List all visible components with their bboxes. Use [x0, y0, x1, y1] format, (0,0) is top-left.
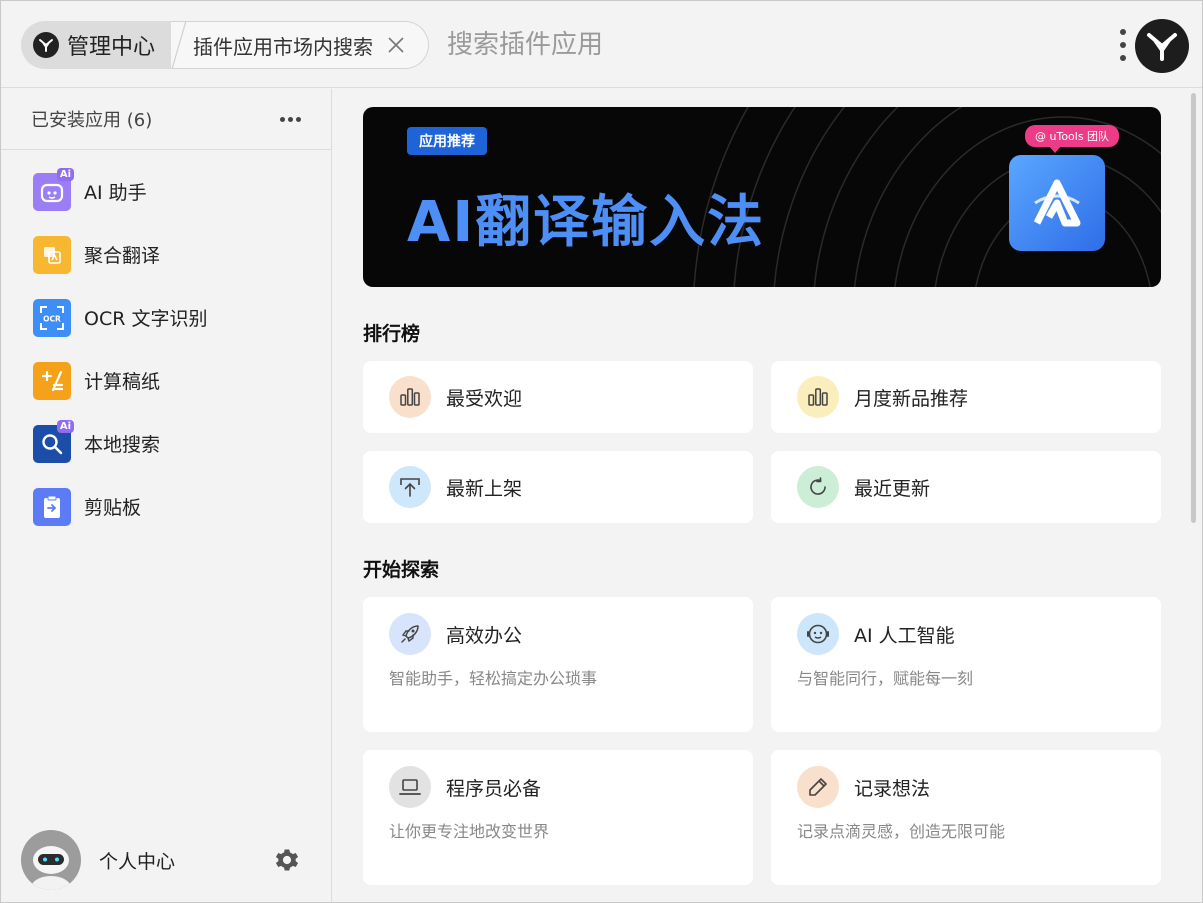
clipboard-icon — [33, 487, 71, 526]
explore-card-developer[interactable]: 程序员必备 让你更专注地改变世界 — [363, 750, 753, 885]
bar-chart-icon — [797, 376, 839, 418]
laptop-icon — [389, 766, 431, 808]
explore-card-ai[interactable]: AI 人工智能 与智能同行，赋能每一刻 — [771, 597, 1161, 732]
explore-card-notes[interactable]: 记录想法 记录点滴灵感，创造无限可能 — [771, 750, 1161, 885]
team-tag: @ uTools 团队 — [1025, 125, 1120, 153]
sidebar-item-clipboard[interactable]: 剪贴板 — [1, 475, 331, 538]
ranking-card-label: 月度新品推荐 — [854, 387, 969, 410]
top-bar: 管理中心 插件应用市场内搜索 — [1, 1, 1202, 88]
ranking-card-label: 最近更新 — [854, 477, 931, 500]
ranking-card-newest[interactable]: 最新上架 — [363, 451, 753, 523]
scrollbar[interactable] — [1191, 93, 1196, 523]
app-window: 管理中心 插件应用市场内搜索 已安装应用 (6) — [0, 0, 1203, 903]
rocket-icon — [389, 613, 431, 655]
ocr-icon: OCR — [33, 298, 71, 337]
explore-card-desc: 让你更专注地改变世界 — [389, 822, 550, 841]
sidebar-item-local-search[interactable]: Ai 本地搜索 — [1, 412, 331, 475]
search-input[interactable] — [447, 23, 1067, 67]
sidebar-header: 已安装应用 (6) — [1, 89, 331, 150]
explore-title: 开始探索 — [363, 559, 440, 581]
featured-banner[interactable]: 应用推荐 AI翻译输入法 @ uTools 团队 — [363, 107, 1161, 287]
banner-tag: 应用推荐 — [407, 127, 487, 155]
banner-title: AI翻译输入法 — [407, 190, 766, 255]
sidebar-item-ai-assistant[interactable]: Ai AI 助手 — [1, 160, 331, 223]
explore-card-label: 高效办公 — [446, 624, 523, 647]
ranking-card-popular[interactable]: 最受欢迎 — [363, 361, 753, 433]
more-menu-icon[interactable] — [1113, 27, 1133, 63]
installed-app-list: Ai AI 助手 聚合翻译 OCR OCR 文字识别 计算稿纸 Ai 本地搜索 … — [1, 150, 331, 538]
explore-card-office[interactable]: 高效办公 智能助手，轻松搞定办公琐事 — [363, 597, 753, 732]
profile-row[interactable]: 个人中心 — [1, 818, 331, 902]
breadcrumb-home-label: 管理中心 — [67, 35, 156, 60]
main-content: 应用推荐 AI翻译输入法 @ uTools 团队 排行榜 最受欢迎 月度新品推荐… — [333, 89, 1202, 902]
sidebar-item-ocr[interactable]: OCR OCR 文字识别 — [1, 286, 331, 349]
avatar[interactable] — [21, 830, 81, 890]
ranking-card-label: 最受欢迎 — [446, 387, 523, 410]
sidebar-item-calculator[interactable]: 计算稿纸 — [1, 349, 331, 412]
calculator-icon — [33, 361, 71, 400]
sidebar-item-label: OCR 文字识别 — [84, 308, 208, 330]
breadcrumb-plugin-label: 插件应用市场内搜索 — [193, 34, 373, 59]
explore-card-desc: 智能助手，轻松搞定办公琐事 — [389, 669, 598, 688]
explore-card-label: AI 人工智能 — [854, 624, 955, 647]
robot-face-icon — [797, 613, 839, 655]
utools-app-logo-icon[interactable] — [1135, 19, 1189, 73]
ai-badge: Ai — [56, 167, 74, 181]
translate-app-icon — [1009, 155, 1105, 251]
more-horizontal-icon[interactable] — [280, 116, 301, 122]
ranking-card-recently-updated[interactable]: 最近更新 — [771, 451, 1161, 523]
pencil-icon — [797, 766, 839, 808]
sidebar-item-label: 计算稿纸 — [84, 371, 161, 393]
refresh-icon — [797, 466, 839, 508]
robot-icon: Ai — [33, 167, 74, 211]
sidebar-item-translate[interactable]: 聚合翻译 — [1, 223, 331, 286]
bar-chart-icon — [389, 376, 431, 418]
profile-label: 个人中心 — [99, 850, 176, 873]
svg-text:OCR: OCR — [43, 314, 61, 323]
translate-icon — [33, 235, 71, 274]
ai-badge: Ai — [56, 419, 74, 433]
utools-logo-icon — [33, 32, 59, 58]
explore-card-desc: 与智能同行，赋能每一刻 — [797, 669, 974, 688]
sidebar-item-label: AI 助手 — [84, 182, 147, 204]
gear-icon[interactable] — [273, 846, 301, 874]
breadcrumb-plugin[interactable]: 插件应用市场内搜索 — [171, 21, 429, 69]
breadcrumb-divider — [171, 21, 187, 69]
search-icon: Ai — [33, 419, 74, 463]
ranking-title: 排行榜 — [363, 323, 421, 345]
explore-card-desc: 记录点滴灵感，创造无限可能 — [797, 822, 1006, 841]
ranking-card-label: 最新上架 — [446, 477, 523, 500]
sidebar: 已安装应用 (6) Ai AI 助手 聚合翻译 OCR OCR 文字识别 计算稿… — [1, 89, 332, 902]
sidebar-item-label: 聚合翻译 — [84, 245, 161, 267]
sidebar-item-label: 剪贴板 — [84, 497, 142, 519]
sidebar-item-label: 本地搜索 — [84, 434, 161, 456]
explore-card-label: 程序员必备 — [446, 777, 542, 800]
explore-card-label: 记录想法 — [854, 777, 931, 800]
ranking-card-monthly-new[interactable]: 月度新品推荐 — [771, 361, 1161, 433]
breadcrumb-home[interactable]: 管理中心 — [21, 21, 191, 69]
upload-icon — [389, 466, 431, 508]
installed-apps-title: 已安装应用 (6) — [31, 110, 153, 131]
close-icon[interactable] — [385, 34, 407, 56]
